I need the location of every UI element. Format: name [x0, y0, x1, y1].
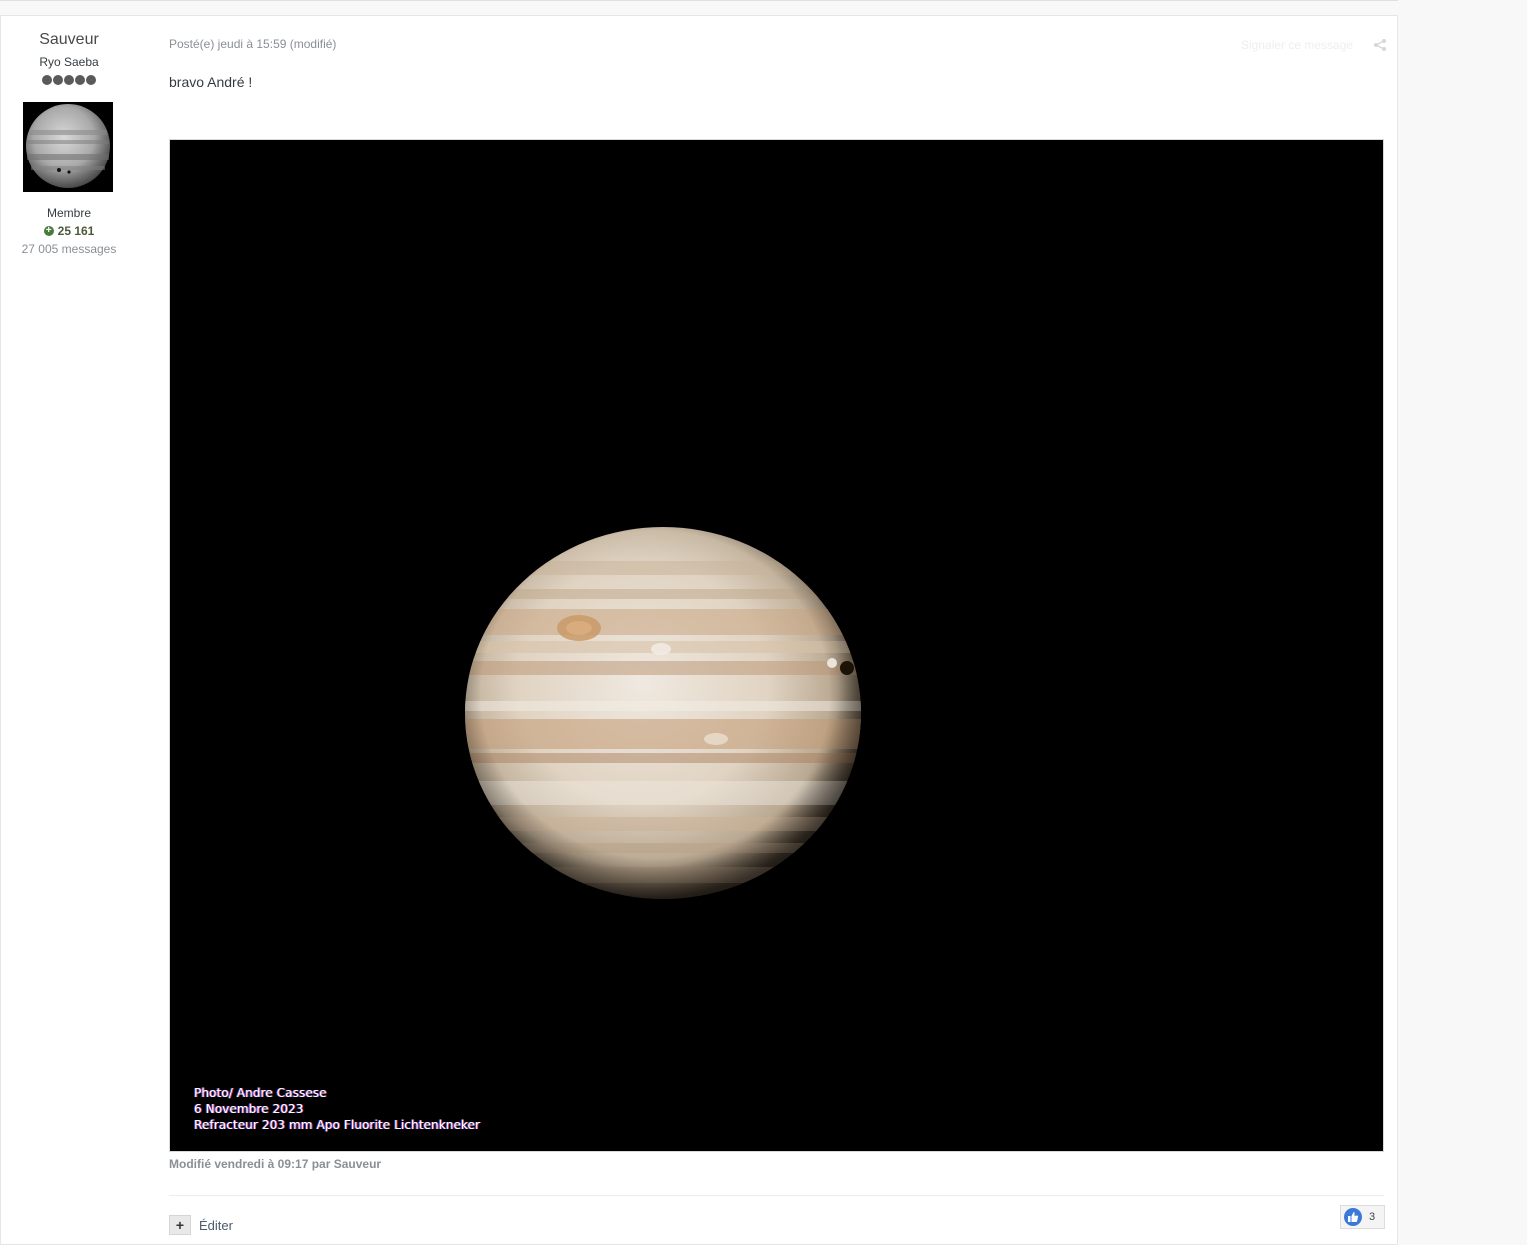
reaction-summary[interactable]: 3: [1340, 1205, 1385, 1229]
author-name[interactable]: Sauveur: [1, 31, 137, 49]
plus-circle-icon: +: [43, 226, 54, 236]
top-divider: [0, 0, 1398, 1]
share-icon[interactable]: [1373, 38, 1387, 52]
jupiter-avatar-icon: [23, 102, 113, 192]
rank-pip: [53, 75, 63, 85]
author-group: Membre: [46, 206, 91, 220]
plus-icon: +: [175, 1217, 185, 1233]
reaction-count: 3: [1369, 1211, 1376, 1223]
rank-pip: [64, 75, 74, 85]
rank-pip: [86, 75, 96, 85]
forum-post: Sauveur Ryo Saeba Membre + 25 161 27 005…: [0, 15, 1398, 1245]
edit-toggle-button[interactable]: +: [169, 1215, 191, 1235]
post-body-text: bravo André !: [169, 74, 253, 90]
post-footer-divider: [169, 1195, 1384, 1196]
photo-caption: Photo/ Andre Cassese 6 Novembre 2023 Ref…: [194, 1085, 480, 1133]
thumbs-up-icon: [1344, 1208, 1362, 1226]
avatar[interactable]: [23, 102, 113, 192]
report-link[interactable]: Signaler ce message: [1241, 38, 1353, 52]
edited-note: Modifié vendredi à 09:17 par Sauveur: [169, 1157, 382, 1171]
caption-line: Photo/ Andre Cassese: [194, 1086, 327, 1100]
rank-pip: [75, 75, 85, 85]
author-reputation: + 25 161: [1, 224, 137, 238]
rank-pips: [42, 75, 96, 85]
post-meta[interactable]: Posté(e) jeudi à 15:59 (modifié): [169, 37, 336, 51]
author-post-count: 27 005 messages: [21, 242, 117, 256]
reputation-value: 25 161: [57, 224, 95, 238]
rank-pip: [42, 75, 52, 85]
jupiter-image: [171, 141, 1382, 1151]
jupiter-photo: Photo/ Andre Cassese 6 Novembre 2023 Ref…: [171, 141, 1382, 1151]
caption-line: 6 Novembre 2023: [194, 1102, 304, 1116]
author-title: Ryo Saeba: [39, 55, 99, 69]
caption-line: Refracteur 203 mm Apo Fluorite Lichtenkn…: [194, 1118, 481, 1132]
post-photo-frame[interactable]: Photo/ Andre Cassese 6 Novembre 2023 Ref…: [169, 139, 1384, 1152]
edit-link[interactable]: Éditer: [199, 1218, 233, 1233]
